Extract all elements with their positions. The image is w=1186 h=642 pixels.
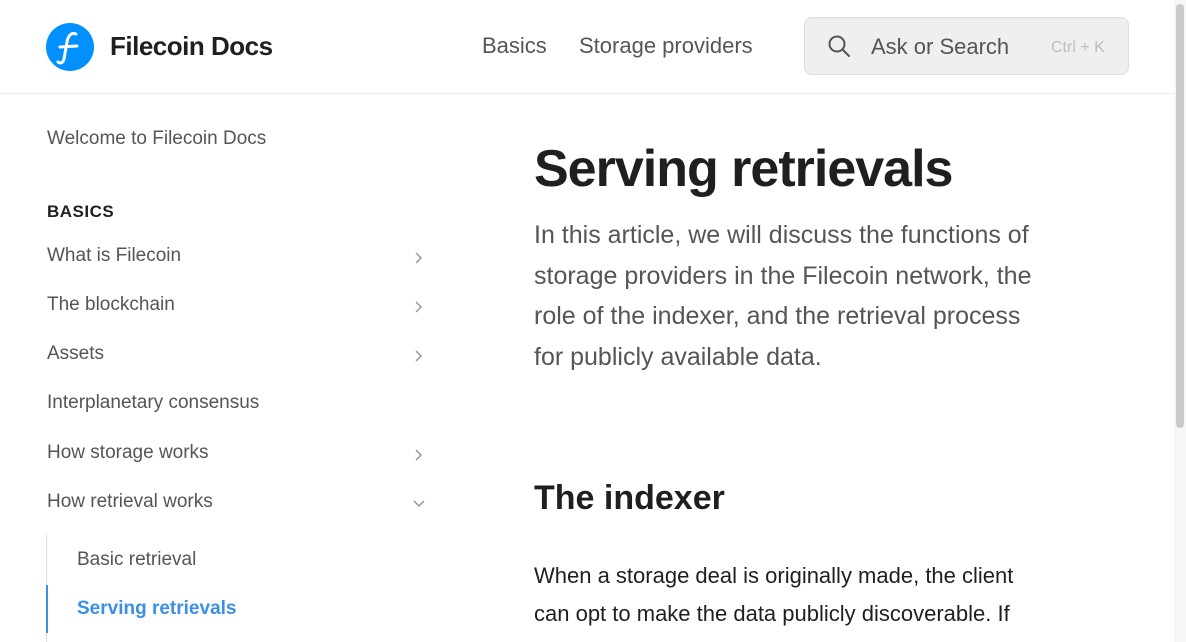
nav-storage-providers-link[interactable]: Storage providers [579, 33, 753, 59]
search-icon [828, 35, 850, 57]
brand-name[interactable]: Filecoin Docs [110, 31, 273, 62]
sidebar-item-how-storage-works[interactable]: How storage works [47, 442, 437, 472]
sidebar-item-label: How storage works [47, 442, 209, 463]
section-heading-indexer: The indexer [534, 479, 725, 517]
lead-paragraph: In this article, we will discuss the fun… [534, 221, 1032, 371]
filecoin-logo-icon[interactable] [46, 23, 94, 71]
sidebar-item-label: Interplanetary consensus [47, 392, 260, 413]
top-header: Filecoin Docs Basics Storage providers A… [0, 0, 1174, 94]
sidebar-item-the-blockchain[interactable]: The blockchain [47, 294, 437, 324]
sidebar-item-interplanetary-consensus[interactable]: Interplanetary consensus [47, 392, 437, 422]
body-paragraph: When a storage deal is originally made, … [534, 563, 1014, 642]
sidebar-item-what-is-filecoin[interactable]: What is Filecoin [47, 245, 437, 275]
chevron-right-icon [415, 350, 423, 362]
sidebar-item-label: What is Filecoin [47, 245, 182, 266]
sidebar-item-label: The blockchain [47, 294, 175, 315]
active-item-indicator [46, 585, 48, 633]
sidebar: Welcome to Filecoin Docs BASICS What is … [0, 95, 460, 642]
chevron-right-icon [415, 252, 423, 264]
sidebar-item-how-retrieval-works[interactable]: How retrieval works [47, 491, 437, 521]
chevron-right-icon [415, 449, 423, 461]
search-box[interactable]: Ask or Search Ctrl + K [804, 17, 1129, 75]
chevron-down-icon [413, 500, 425, 508]
chevron-right-icon [415, 301, 423, 313]
page-title: Serving retrievals [534, 140, 953, 198]
sidebar-item-label: Assets [47, 343, 105, 364]
nav-basics-link[interactable]: Basics [482, 33, 547, 59]
search-shortcut: Ctrl + K [1051, 39, 1105, 56]
sidebar-item-assets[interactable]: Assets [47, 343, 437, 373]
search-placeholder: Ask or Search [871, 34, 1010, 59]
scrollbar-thumb[interactable] [1176, 4, 1184, 428]
sidebar-welcome-link[interactable]: Welcome to Filecoin Docs [47, 128, 266, 150]
sidebar-section-heading: BASICS [47, 202, 115, 221]
sidebar-item-label: How retrieval works [47, 491, 213, 512]
sidebar-subitem-serving-retrievals[interactable]: Serving retrievals [77, 598, 236, 620]
sidebar-subitem-basic-retrieval[interactable]: Basic retrieval [77, 549, 196, 571]
